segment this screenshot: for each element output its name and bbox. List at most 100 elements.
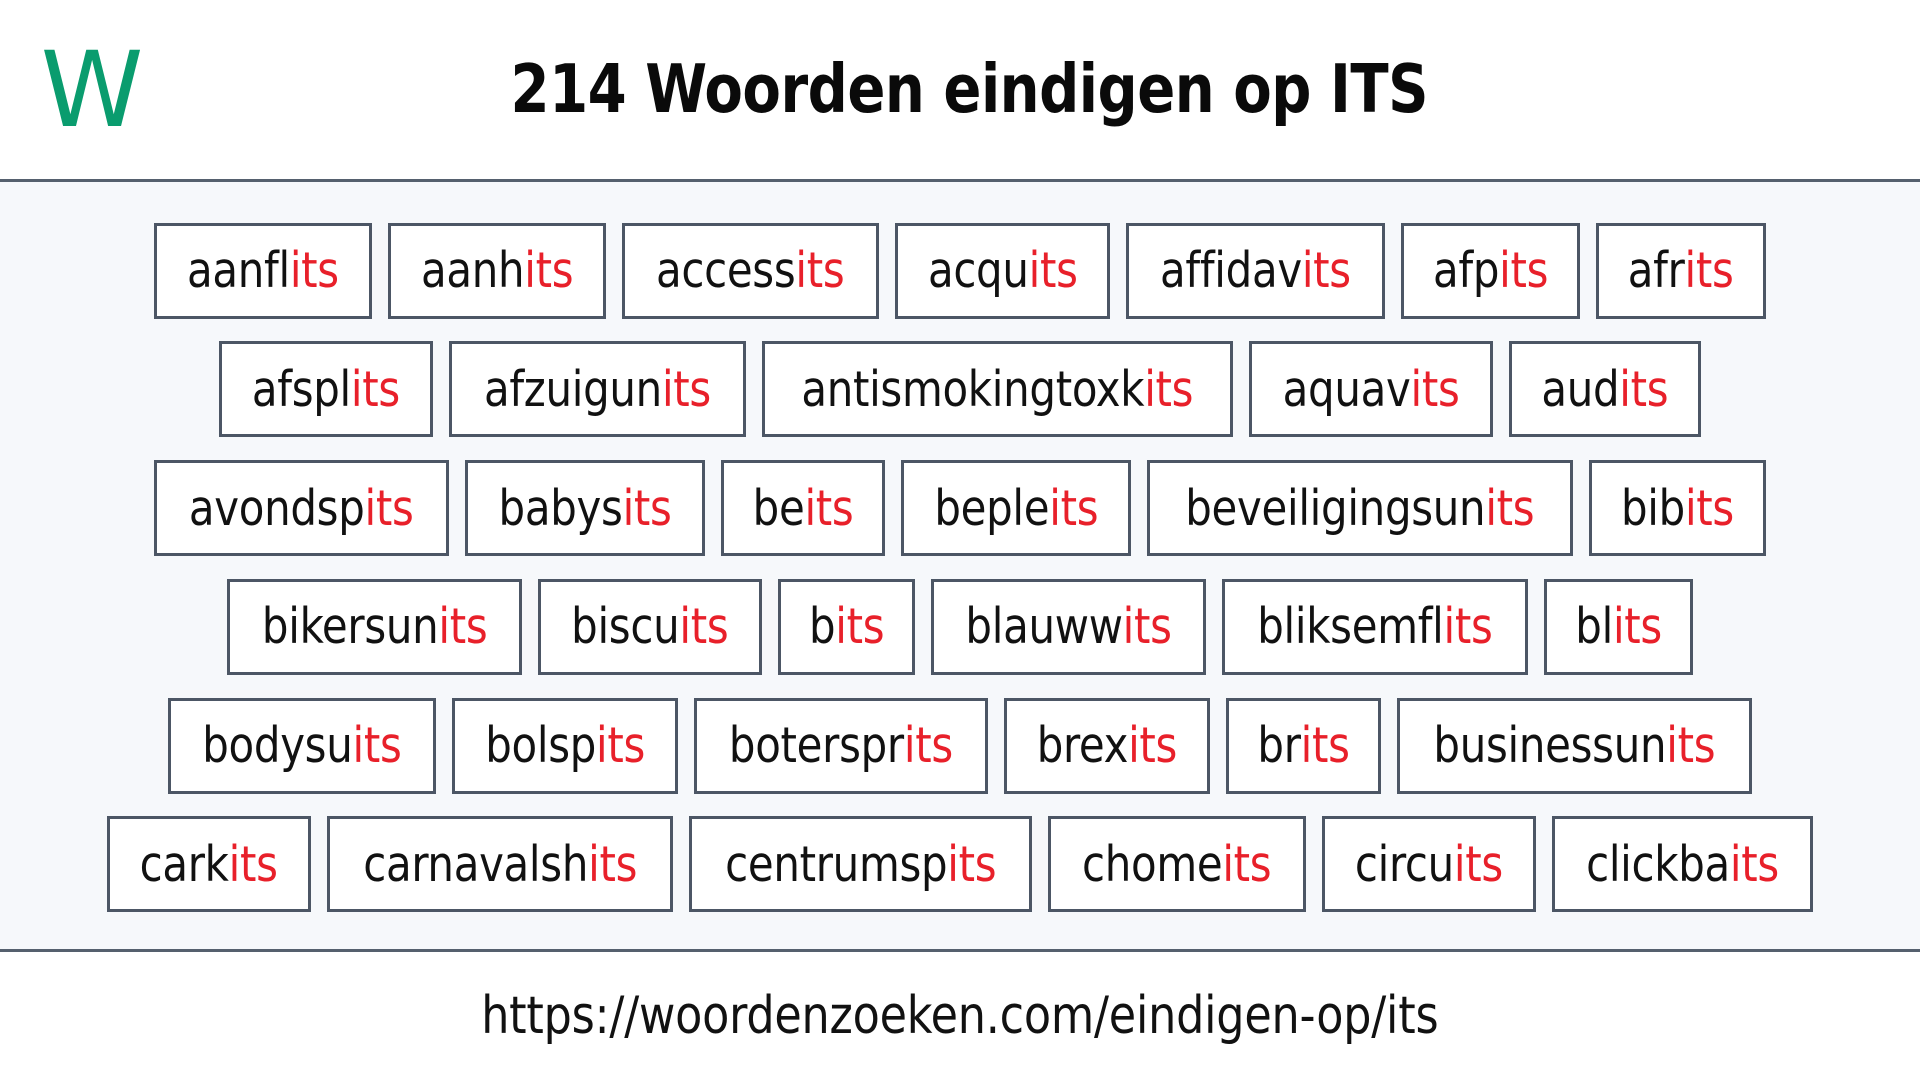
word-stem: brex: [1036, 717, 1129, 775]
word-chip[interactable]: blits: [1543, 578, 1694, 675]
word-suffix: its: [229, 835, 279, 893]
word-stem: chome: [1082, 835, 1223, 893]
word-chip[interactable]: blauwwits: [931, 578, 1207, 675]
word-chip-label: businessunits: [1433, 721, 1715, 770]
word-chip[interactable]: afpits: [1401, 222, 1581, 319]
word-chip[interactable]: carnavalshits: [326, 816, 673, 913]
page-header: W 214 Woorden eindigen op ITS: [0, 0, 1920, 182]
word-stem: beple: [934, 479, 1050, 537]
word-chip-label: beits: [752, 484, 853, 533]
word-chip[interactable]: chomeits: [1048, 816, 1306, 913]
word-chip-label: bikersunits: [262, 602, 488, 651]
word-chip[interactable]: beveiligingsunits: [1147, 460, 1573, 557]
word-stem: bodysu: [202, 717, 354, 775]
word-chip[interactable]: aanflits: [154, 222, 373, 319]
word-chip[interactable]: clickbaits: [1551, 816, 1813, 913]
word-chip[interactable]: aquavits: [1248, 341, 1493, 438]
word-chip-label: bolspits: [485, 721, 645, 770]
word-stem: clickba: [1585, 835, 1730, 893]
word-row: avondspits babysits beits bepleits beveiligi…: [0, 460, 1920, 557]
word-chip[interactable]: carkits: [107, 816, 311, 913]
word-chip[interactable]: antismokingtoxkits: [762, 341, 1233, 438]
word-chip[interactable]: bepleits: [900, 460, 1132, 557]
word-suffix: its: [1453, 835, 1503, 893]
word-chip-label: brits: [1257, 721, 1350, 770]
word-chip[interactable]: brits: [1225, 697, 1381, 794]
word-chip[interactable]: bibits: [1588, 460, 1766, 557]
word-chip[interactable]: audits: [1508, 341, 1701, 438]
word-row: carkits carnavalshits centrumspits chomeits…: [0, 816, 1920, 913]
word-stem: bliksemfl: [1257, 598, 1444, 656]
word-suffix: its: [1122, 598, 1172, 656]
word-chip[interactable]: bolspits: [452, 697, 679, 794]
word-stem: beveiligingsun: [1185, 479, 1486, 537]
word-suffix: its: [1619, 360, 1669, 418]
word-chip-label: afpits: [1433, 246, 1548, 295]
word-stem: afr: [1628, 242, 1685, 300]
word-chip-label: aquavits: [1282, 365, 1459, 414]
word-chip[interactable]: bodysuits: [168, 697, 437, 794]
word-suffix: its: [1222, 835, 1272, 893]
word-row: afsplits afzuigunits antismokingtoxkits aqu…: [0, 341, 1920, 438]
word-chip[interactable]: afzuigunits: [449, 341, 747, 438]
word-suffix: its: [1049, 479, 1099, 537]
word-chip[interactable]: biscuits: [538, 578, 762, 675]
word-stem: b: [808, 598, 836, 656]
word-chip[interactable]: beits: [720, 460, 885, 557]
word-chip-label: affidavits: [1160, 246, 1351, 295]
word-chip-label: blits: [1575, 602, 1662, 651]
word-suffix: its: [1300, 717, 1350, 775]
word-chip-label: antismokingtoxkits: [802, 365, 1194, 414]
word-stem: aud: [1541, 360, 1620, 418]
word-chip[interactable]: avondspits: [154, 460, 449, 557]
word-chip[interactable]: bits: [777, 578, 916, 675]
word-suffix: its: [290, 242, 340, 300]
word-stem: aanfl: [187, 242, 291, 300]
word-suffix: its: [622, 479, 672, 537]
word-chip-label: clickbaits: [1586, 840, 1779, 889]
word-chip[interactable]: businessunits: [1396, 697, 1752, 794]
word-suffix: its: [947, 835, 997, 893]
word-suffix: its: [1443, 598, 1493, 656]
word-chip-label: brexits: [1037, 721, 1178, 770]
word-suffix: its: [1612, 598, 1662, 656]
word-stem: businessun: [1433, 717, 1667, 775]
word-stem: avondsp: [189, 479, 365, 537]
word-chip[interactable]: aanhits: [388, 222, 607, 319]
page-title: 214 Woorden eindigen op ITS: [510, 50, 1429, 129]
word-chip-label: bodysuits: [203, 721, 403, 770]
word-chip[interactable]: accessits: [622, 222, 879, 319]
word-suffix: its: [662, 360, 712, 418]
word-row: bikersunits biscuits bits blauwwits bliksemf…: [0, 578, 1920, 675]
source-url[interactable]: https://woordenzoeken.com/eindigen-op/it…: [481, 990, 1438, 1042]
word-chip-label: bits: [809, 602, 885, 651]
word-chip[interactable]: afrits: [1596, 222, 1766, 319]
word-suffix: its: [835, 598, 885, 656]
word-chip[interactable]: bliksemflits: [1222, 578, 1528, 675]
word-chip-label: chomeits: [1082, 840, 1272, 889]
word-chip[interactable]: centrumspits: [689, 816, 1033, 913]
word-chip[interactable]: bikersunits: [226, 578, 523, 675]
word-chip[interactable]: affidavits: [1126, 222, 1386, 319]
word-suffix: its: [1144, 360, 1194, 418]
word-chip[interactable]: afsplits: [219, 341, 434, 438]
word-chip[interactable]: botersprits: [694, 697, 989, 794]
word-suffix: its: [1128, 717, 1178, 775]
word-chip-label: bliksemflits: [1257, 602, 1493, 651]
word-suffix: its: [804, 479, 854, 537]
word-chip-label: afzuigunits: [484, 365, 711, 414]
word-chip-label: audits: [1541, 365, 1668, 414]
word-stem: aquav: [1282, 360, 1411, 418]
word-chip-label: bibits: [1621, 484, 1734, 533]
word-chip-label: centrumspits: [725, 840, 996, 889]
word-chip[interactable]: babysits: [464, 460, 705, 557]
word-suffix: its: [1485, 479, 1535, 537]
word-chip-label: avondspits: [189, 484, 414, 533]
word-chip-label: circuits: [1355, 840, 1503, 889]
word-chip[interactable]: acquits: [894, 222, 1111, 319]
word-chip[interactable]: brexits: [1004, 697, 1210, 794]
word-stem: biscu: [571, 598, 680, 656]
word-chip[interactable]: circuits: [1321, 816, 1536, 913]
word-chip-label: beveiligingsunits: [1186, 484, 1535, 533]
word-chip-label: blauwwits: [965, 602, 1172, 651]
